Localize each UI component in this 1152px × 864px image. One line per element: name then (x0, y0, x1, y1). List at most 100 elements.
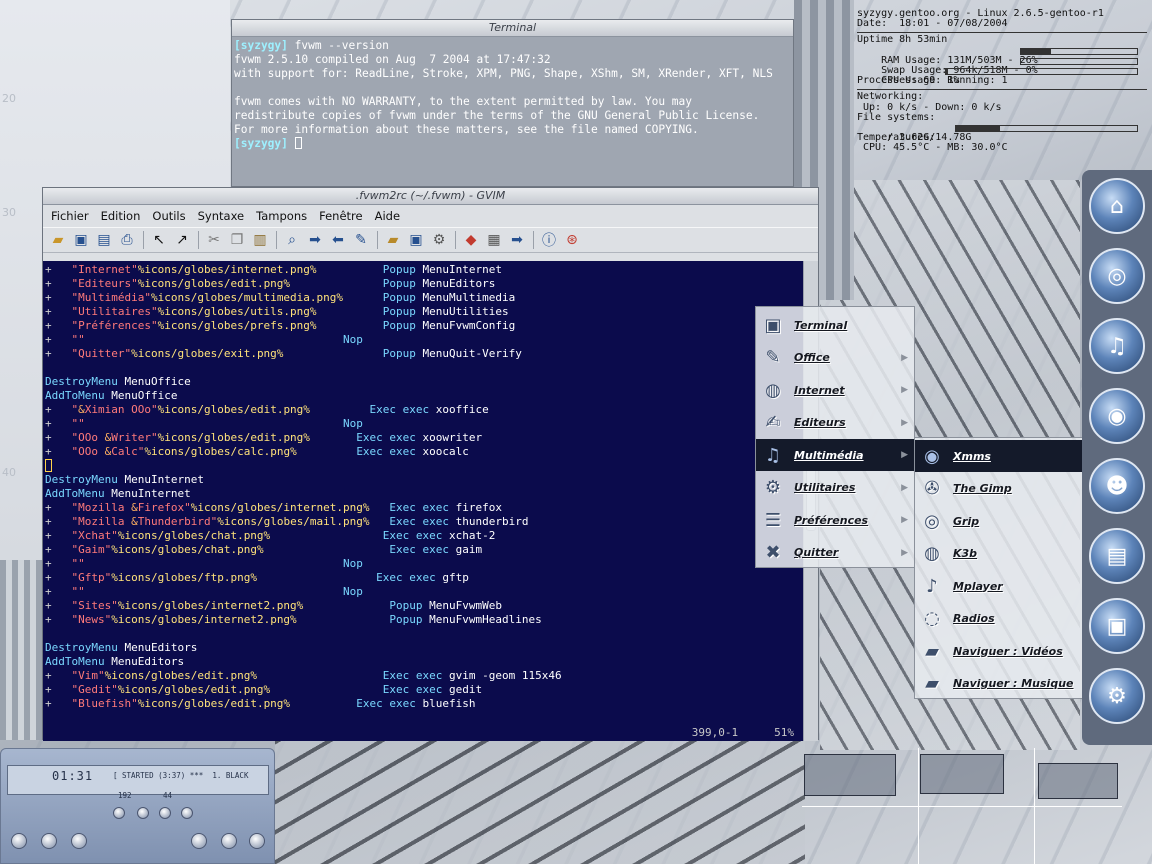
menu-edition[interactable]: Edition (101, 209, 141, 223)
menu-tampons[interactable]: Tampons (256, 209, 307, 223)
xmms-player[interactable]: 01:31 [ STARTED (3:37) *** 1. BLACK 192 … (0, 748, 275, 864)
terminal-text: fvwm --version (287, 39, 389, 52)
code-line: + "News"%icons/globes/internet2.png% Pop… (45, 613, 805, 627)
menu-syntaxe[interactable]: Syntaxe (198, 209, 244, 223)
menu-item-editeurs[interactable]: ✍ Editeurs ▶ (756, 407, 914, 439)
playlist-knob[interactable] (181, 807, 193, 819)
code-token: "Sites" (71, 599, 118, 612)
code-line: + "Internet"%icons/globes/internet.png% … (45, 263, 805, 277)
code-token: thunderbird (449, 515, 529, 528)
submenu-arrow-icon: ▶ (901, 450, 908, 460)
save-icon[interactable]: ▣ (70, 229, 92, 251)
undo-icon[interactable]: ↖ (148, 229, 170, 251)
monitor-icon[interactable]: ▣ (1089, 598, 1145, 654)
media-icon[interactable]: ♫ (1089, 318, 1145, 374)
previous-button[interactable] (11, 833, 27, 849)
volume-knob[interactable] (113, 807, 125, 819)
vim-buffer[interactable]: + "Internet"%icons/globes/internet.png% … (43, 261, 805, 741)
find-prev-icon[interactable]: ⬅ (327, 229, 349, 251)
menu-item-label: Terminal (794, 318, 848, 332)
code-token: gaim (449, 543, 483, 556)
code-token: & (131, 501, 138, 514)
code-token: gedit (442, 683, 483, 696)
code-token: "Multimédia" (71, 291, 151, 304)
gear-icon: ⚙ (764, 477, 782, 498)
system-monitor: syzygy.gentoo.org - Linux 2.6.5-gentoo-r… (857, 8, 1147, 169)
code-token: + (45, 515, 72, 528)
next-button[interactable] (221, 833, 237, 849)
pager-desk-1[interactable] (804, 754, 896, 796)
code-token: %icons/globes/edit.png% (157, 403, 310, 416)
play-button[interactable] (41, 833, 57, 849)
build-tags-icon[interactable]: ▦ (483, 229, 505, 251)
menu-item-pr-f-rences[interactable]: ☰ Préférences ▶ (756, 504, 914, 536)
terminal-titlebar[interactable]: Terminal (232, 20, 793, 37)
redo-icon[interactable]: ↗ (171, 229, 193, 251)
menu-fenetre[interactable]: Fenêtre (319, 209, 362, 223)
terminal-text: For more information about these matters… (234, 123, 699, 136)
processes-line: Processes: 69 Running: 1 (857, 75, 1008, 87)
menu-item-internet[interactable]: ◍ Internet ▶ (756, 374, 914, 406)
code-token: + (45, 291, 72, 304)
print-icon[interactable]: ⎙ (116, 229, 138, 251)
save-all-icon[interactable]: ▤ (93, 229, 115, 251)
menu-item-terminal[interactable]: ▣ Terminal (756, 309, 914, 341)
menu-item-office[interactable]: ✎ Office ▶ (756, 342, 914, 374)
gvim-titlebar[interactable]: .fvwm2rc (~/.fvwm) - GVIM (43, 188, 818, 205)
replace-icon[interactable]: ✎ (350, 229, 372, 251)
scroll-percent: 51% (774, 726, 794, 739)
menu-fichier[interactable]: Fichier (51, 209, 89, 223)
code-token: + (45, 669, 72, 682)
terminal-text: with support for: ReadLine, Stroke, XPM,… (234, 67, 773, 80)
load-session-icon[interactable]: ▰ (382, 229, 404, 251)
find-icon[interactable]: ⌕ (281, 229, 303, 251)
menu-item-multim-dia[interactable]: ♫ Multimédia ▶ (756, 439, 914, 471)
jump-tag-icon[interactable]: ➡ (506, 229, 528, 251)
browser-icon[interactable]: ◎ (1089, 248, 1145, 304)
chat-icon[interactable]: ☻ (1089, 458, 1145, 514)
settings-icon[interactable]: ⚙ (1089, 668, 1145, 724)
code-token: Calc" (111, 445, 145, 458)
help-icon[interactable]: ⓘ (538, 229, 560, 251)
terminal-output[interactable]: [syzygy] fvwm --version fvwm 2.5.10 compi… (232, 37, 793, 153)
find-help-icon[interactable]: ⊛ (561, 229, 583, 251)
submenu-arrow-icon: ▶ (901, 352, 908, 363)
code-token: Exec exec (389, 543, 450, 556)
paste-icon[interactable]: ▥ (249, 229, 271, 251)
code-line: + "Vim"%icons/globes/edit.png% Exec exec… (45, 669, 805, 683)
balance-knob[interactable] (137, 807, 149, 819)
code-token: MenuEditors (415, 277, 496, 290)
menu-aide[interactable]: Aide (375, 209, 400, 223)
code-token: Firefox" (137, 501, 191, 514)
code-line: AddToMenu MenuOffice (45, 389, 805, 403)
code-line: + "Bluefish"%icons/globes/edit.png% Exec… (45, 697, 805, 711)
filesystems-heading: File systems: (857, 111, 936, 123)
copy-icon[interactable]: ❐ (226, 229, 248, 251)
camera-icon[interactable]: ◉ (1089, 388, 1145, 444)
make-icon[interactable]: ◆ (460, 229, 482, 251)
sample-rate: 44 (163, 791, 173, 800)
eq-knob[interactable] (159, 807, 171, 819)
pause-button[interactable] (71, 833, 87, 849)
submenu-arrow-icon: ▶ (901, 515, 908, 525)
toolbar-separator (377, 231, 378, 249)
menu-item-quitter[interactable]: ✖ Quitter ▶ (756, 537, 914, 569)
gvim-window[interactable]: .fvwm2rc (~/.fvwm) - GVIM Fichier Editio… (42, 187, 819, 741)
home-icon[interactable]: ⌂ (1089, 178, 1145, 234)
terminal-window[interactable]: Terminal [syzygy] fvwm --version fvwm 2.5… (231, 19, 794, 187)
menu-item-utilitaires[interactable]: ⚙ Utilitaires ▶ (756, 472, 914, 504)
document-icon[interactable]: ▤ (1089, 528, 1145, 584)
pager-desk-3[interactable] (1038, 763, 1118, 799)
eject-button[interactable] (249, 833, 265, 849)
run-script-icon[interactable]: ⚙ (428, 229, 450, 251)
stop-button[interactable] (191, 833, 207, 849)
save-session-icon[interactable]: ▣ (405, 229, 427, 251)
find-next-icon[interactable]: ➡ (304, 229, 326, 251)
toolbar-separator (455, 231, 456, 249)
divider (857, 89, 1147, 91)
pager-desk-2[interactable] (920, 754, 1004, 794)
cut-icon[interactable]: ✂ (203, 229, 225, 251)
open-icon[interactable]: ▰ (47, 229, 69, 251)
menu-outils[interactable]: Outils (152, 209, 185, 223)
